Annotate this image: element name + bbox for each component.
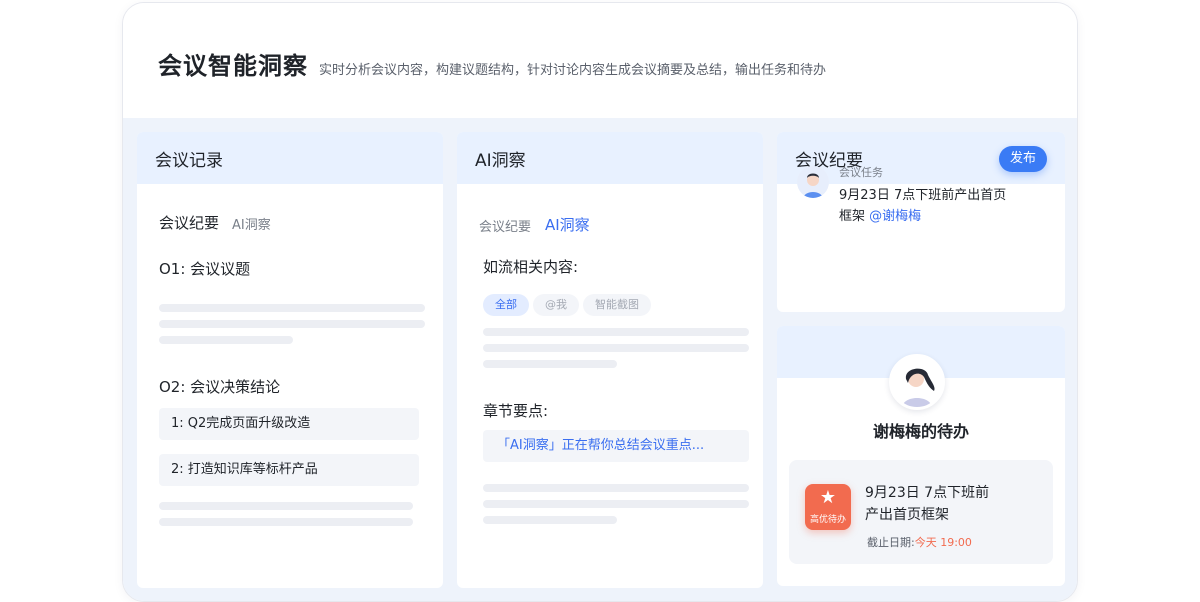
ai-insight-header: AI洞察 [457, 132, 763, 184]
status-text: 「AI洞察」正在帮你总结会议重点... [497, 438, 705, 453]
page-title: 会议智能洞察 [158, 52, 308, 80]
publish-button[interactable]: 发布 [999, 146, 1047, 172]
todo-text-line2: 产出首页框架 [865, 507, 949, 523]
task-text-tail: 框架 [839, 209, 866, 224]
avatar [797, 166, 829, 198]
meeting-record-card: 会议记录 会议纪要 AI洞察 O1: 会议议题 O2: 会议决策结论 1: Q2… [137, 132, 443, 588]
meeting-minutes-card: 会议纪要 发布 会议任务 9月23日 7点下班前产出首页 框架 @谢梅梅 [777, 132, 1065, 312]
todo-owner-title: 谢梅梅的待办 [872, 422, 969, 441]
placeholder-line [159, 502, 413, 510]
task-text-line2: 框架 @谢梅梅 [839, 205, 921, 224]
todo-text-line1: 9月23日 7点下班前 [865, 485, 990, 501]
section-topic-title: O1: 会议议题 [159, 260, 251, 278]
section-decision-title: O2: 会议决策结论 [159, 378, 281, 396]
assignee-mention[interactable]: @谢梅梅 [869, 209, 921, 224]
tab-minutes[interactable]: 会议纪要 [479, 216, 531, 235]
todo-card: 谢梅梅的待办 ★ 高优待办 9月23日 7点下班前 产出首页框架 截止日期:今天… [777, 326, 1065, 586]
task-label: 会议任务 [839, 166, 883, 179]
deadline-label: 截止日期: [867, 536, 915, 549]
placeholder-line [483, 360, 617, 368]
ai-insight-card: AI洞察 会议纪要 AI洞察 如流相关内容: 全部 @我 智能截图 章节要点: … [457, 132, 763, 588]
priority-badge: ★ 高优待办 [805, 484, 851, 530]
placeholder-line [483, 344, 749, 352]
placeholder-line [483, 500, 749, 508]
placeholder-line [483, 328, 749, 336]
todo-item[interactable]: ★ 高优待办 9月23日 7点下班前 产出首页框架 截止日期:今天 19:00 [789, 460, 1053, 564]
task-text-line1: 9月23日 7点下班前产出首页 [839, 188, 1007, 203]
avatar [889, 354, 945, 410]
priority-badge-label: 高优待办 [809, 515, 846, 525]
placeholder-line [483, 484, 749, 492]
tab-ai-insight[interactable]: AI洞察 [545, 214, 590, 235]
related-content-label: 如流相关内容: [483, 258, 579, 276]
filter-mention-me[interactable]: @我 [533, 294, 579, 316]
placeholder-line [159, 320, 425, 328]
placeholder-line [159, 304, 425, 312]
decision-item[interactable]: 2: 打造知识库等标杆产品 [159, 454, 419, 486]
tab-minutes[interactable]: 会议纪要 [159, 212, 219, 233]
decision-item[interactable]: 1: Q2完成页面升级改造 [159, 408, 419, 440]
placeholder-line [159, 518, 413, 526]
deadline-value: 今天 19:00 [914, 536, 972, 549]
chapter-points-label: 章节要点: [483, 402, 549, 420]
placeholder-line [159, 336, 293, 344]
page-header: 会议智能洞察 实时分析会议内容，构建议题结构，针对讨论内容生成会议摘要及总结，输… [123, 3, 1077, 118]
tab-ai-insight[interactable]: AI洞察 [232, 214, 271, 233]
filter-all[interactable]: 全部 [483, 294, 529, 316]
meeting-record-header: 会议记录 [137, 132, 443, 184]
star-icon: ★ [819, 487, 837, 508]
deadline: 截止日期:今天 19:00 [867, 534, 972, 550]
ai-summary-status: 「AI洞察」正在帮你总结会议重点... [483, 430, 749, 462]
app-window: 会议智能洞察 实时分析会议内容，构建议题结构，针对讨论内容生成会议摘要及总结，输… [122, 2, 1078, 602]
content-area: 会议记录 会议纪要 AI洞察 O1: 会议议题 O2: 会议决策结论 1: Q2… [123, 118, 1077, 601]
page-subtitle: 实时分析会议内容，构建议题结构，针对讨论内容生成会议摘要及总结，输出任务和待办 [319, 63, 827, 78]
filter-smart-screenshot[interactable]: 智能截图 [583, 294, 651, 316]
placeholder-line [483, 516, 617, 524]
